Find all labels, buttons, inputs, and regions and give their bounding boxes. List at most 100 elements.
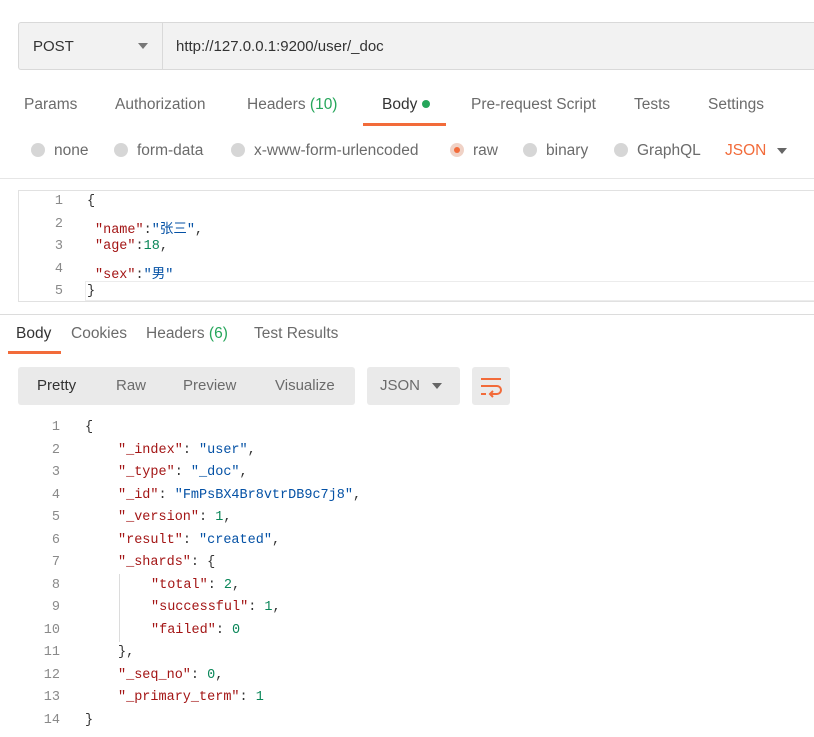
radio-circle-icon (31, 143, 45, 157)
json-key: "_index" (118, 443, 183, 458)
json-key: "_type" (118, 465, 175, 480)
body-indicator-dot (422, 100, 431, 108)
wrap-lines-icon (481, 378, 502, 398)
tab-headers-label: Headers (247, 96, 306, 113)
response-body-viewer[interactable]: 1 2 3 4 5 6 7 8 9 10 11 12 13 14 { "_ind… (18, 418, 814, 737)
code-line: "successful": 1, (151, 600, 281, 615)
radio-graphql[interactable]: GraphQL (614, 142, 701, 160)
line-number: 1 (51, 420, 60, 435)
view-raw-button[interactable]: Raw (116, 377, 146, 394)
url-input[interactable]: http://127.0.0.1:9200/user/_doc (176, 38, 384, 55)
response-tab-cookies[interactable]: Cookies (71, 325, 127, 343)
view-preview-button[interactable]: Preview (183, 377, 236, 394)
method-select[interactable]: POST (19, 23, 163, 69)
json-string: "张三" (151, 223, 195, 238)
line-number: 2 (51, 443, 60, 458)
line-number: 2 (54, 217, 63, 232)
line-number: 1 (54, 194, 63, 209)
json-colon: : (135, 239, 144, 254)
line-number: 4 (51, 488, 60, 503)
pane-divider[interactable] (0, 314, 814, 315)
method-label: POST (33, 38, 74, 55)
json-colon: : (135, 268, 144, 283)
json-key: "_version" (118, 510, 200, 525)
code-line: "result": "created", (118, 533, 281, 548)
code-line: { (85, 420, 94, 435)
code-line: "_type": "_doc", (118, 465, 248, 480)
line-number: 13 (43, 690, 60, 705)
response-tab-body[interactable]: Body (16, 325, 51, 343)
tab-headers[interactable]: Headers (10) (247, 96, 337, 114)
view-pretty-button[interactable]: Pretty (37, 377, 76, 394)
json-string: "created" (199, 533, 272, 548)
radio-none[interactable]: none (31, 142, 88, 160)
json-string: "user" (199, 443, 248, 458)
tab-tests[interactable]: Tests (634, 96, 670, 114)
headers-count-badge: (10) (309, 96, 338, 113)
code-line: } (87, 284, 96, 299)
code-line: "_primary_term": 1 (118, 690, 264, 705)
json-colon: : (143, 223, 152, 238)
radio-raw[interactable]: raw (450, 142, 498, 160)
json-number: 0 (232, 623, 241, 638)
json-string: "_doc" (190, 465, 240, 480)
line-number: 7 (51, 555, 60, 570)
response-format-select[interactable]: JSON (367, 367, 460, 405)
tab-params[interactable]: Params (24, 96, 77, 114)
request-url-bar: POST http://127.0.0.1:9200/user/_doc (18, 22, 814, 70)
chevron-down-icon[interactable] (777, 148, 787, 154)
code-line: } (85, 713, 94, 728)
json-number: 1 (215, 510, 224, 525)
line-number: 5 (54, 284, 63, 299)
radio-form-data-label: form-data (137, 142, 204, 159)
radio-circle-icon (231, 143, 245, 157)
wrap-lines-button[interactable] (472, 367, 510, 405)
json-key: "_shards" (118, 555, 191, 570)
response-tab-test-results[interactable]: Test Results (254, 325, 338, 343)
indent-guide (119, 574, 120, 642)
response-format-label: JSON (380, 377, 421, 394)
radio-form-data[interactable]: form-data (114, 142, 203, 160)
line-number: 11 (43, 645, 60, 660)
json-comma: , (194, 223, 204, 238)
code-line: "name":"张三", (95, 217, 203, 238)
json-key: "_seq_no" (118, 668, 191, 683)
json-key: "_id" (118, 488, 159, 503)
radio-circle-icon (614, 143, 628, 157)
divider (0, 178, 814, 179)
json-comma: , (159, 239, 168, 254)
code-line: "total": 2, (151, 578, 241, 593)
active-line-highlight (85, 281, 814, 301)
tab-prerequest-script[interactable]: Pre-request Script (471, 96, 596, 114)
view-visualize-button[interactable]: Visualize (275, 377, 335, 394)
view-mode-group: Pretty Raw Preview Visualize (18, 367, 355, 405)
radio-binary[interactable]: binary (523, 142, 588, 160)
json-number: 18 (143, 239, 160, 254)
code-line: "_version": 1, (118, 510, 232, 525)
line-number: 6 (51, 533, 60, 548)
tab-body[interactable]: Body (382, 96, 431, 114)
response-headers-count-badge: (6) (208, 325, 228, 342)
line-number: 3 (51, 465, 60, 480)
json-number: 1 (264, 600, 273, 615)
line-number: 9 (51, 600, 60, 615)
tab-settings[interactable]: Settings (708, 96, 764, 114)
line-number: 14 (43, 713, 60, 728)
response-tab-headers[interactable]: Headers (6) (146, 325, 228, 343)
json-key: "_primary_term" (118, 690, 240, 705)
body-format-select[interactable]: JSON (725, 142, 766, 160)
code-line: "_seq_no": 0, (118, 668, 224, 683)
tab-authorization[interactable]: Authorization (115, 96, 205, 114)
json-key: "total" (151, 578, 208, 593)
code-line: { (87, 194, 96, 209)
request-body-editor[interactable]: 1 2 3 4 5 { "name":"张三", "age":18, "sex"… (18, 190, 814, 302)
json-key: "result" (118, 533, 183, 548)
json-key: "successful" (151, 600, 249, 615)
radio-selected-icon (450, 143, 464, 157)
json-key: "name" (95, 223, 144, 238)
radio-graphql-label: GraphQL (637, 142, 701, 159)
json-number: 0 (207, 668, 216, 683)
radio-urlencoded[interactable]: x-www-form-urlencoded (231, 142, 419, 160)
chevron-down-icon (432, 383, 442, 389)
code-line: "failed": 0 (151, 623, 241, 638)
